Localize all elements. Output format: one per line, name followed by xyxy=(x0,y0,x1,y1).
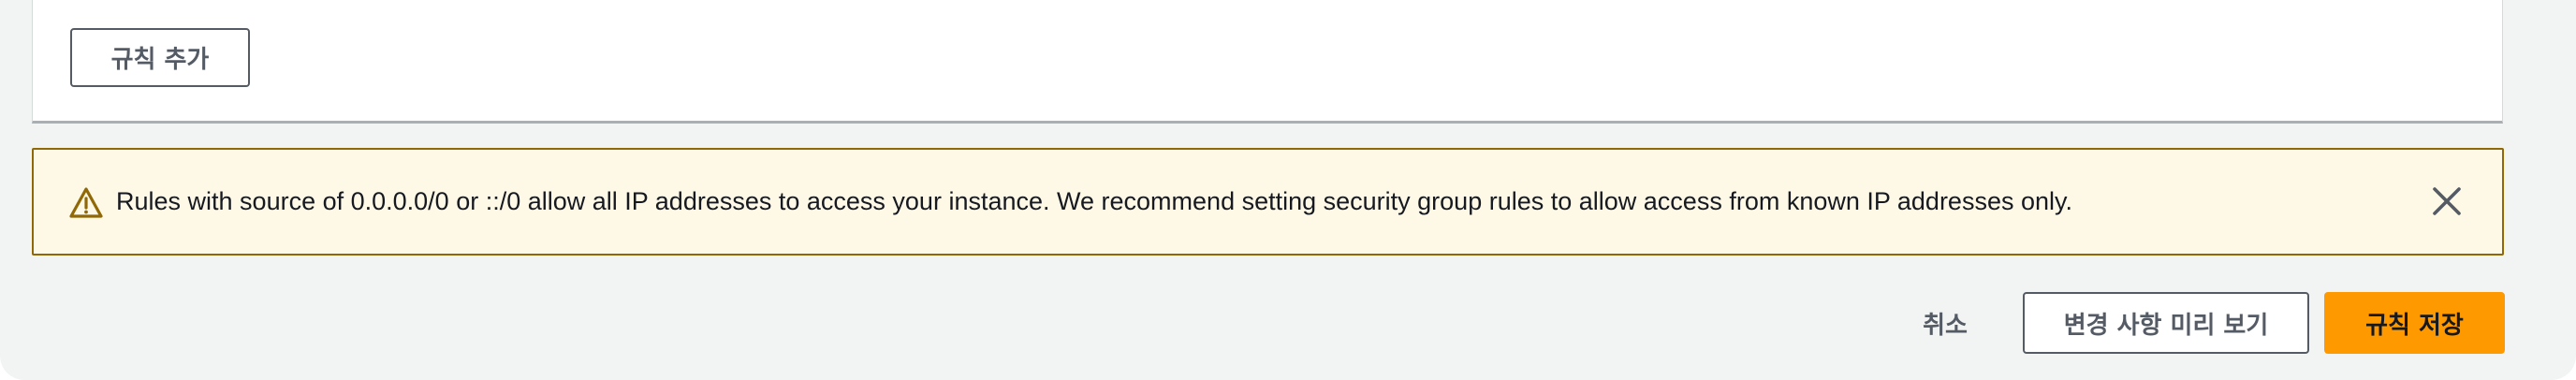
save-rules-button[interactable]: 규칙 저장 xyxy=(2324,292,2505,354)
warning-message: Rules with source of 0.0.0.0/0 or ::/0 a… xyxy=(116,187,2072,215)
warning-triangle-icon xyxy=(69,187,103,218)
page-background: 규칙 추가 Rules with source of 0.0.0.0/0 or … xyxy=(0,0,2576,380)
close-icon[interactable] xyxy=(2431,185,2463,217)
add-rule-button[interactable]: 규칙 추가 xyxy=(70,28,250,87)
warning-alert: Rules with source of 0.0.0.0/0 or ::/0 a… xyxy=(32,148,2504,256)
cancel-button[interactable]: 취소 xyxy=(1900,292,1990,354)
rules-panel: 규칙 추가 xyxy=(32,0,2503,124)
preview-changes-button[interactable]: 변경 사항 미리 보기 xyxy=(2023,292,2309,354)
